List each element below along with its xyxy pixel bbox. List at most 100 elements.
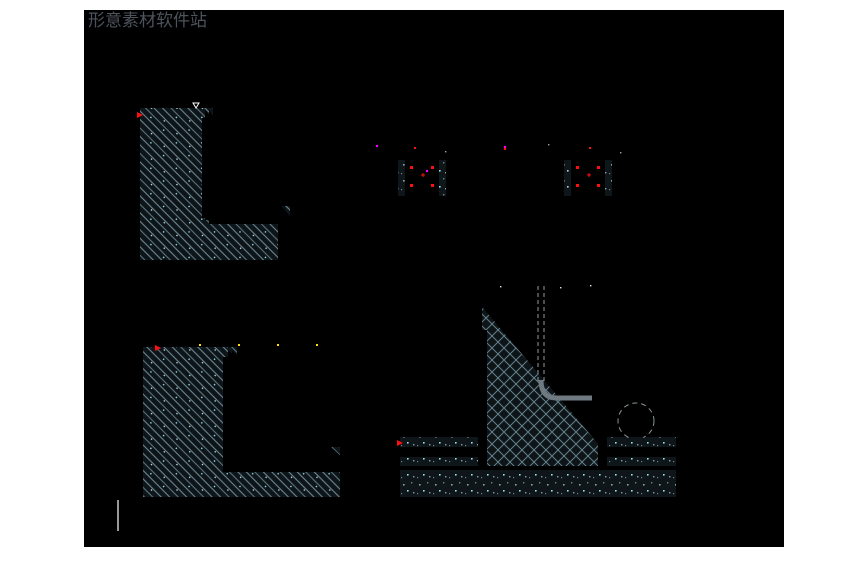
note-title: NOTE :**** [700,70,721,75]
svg-text:RESERVED****: RESERVED**** [700,329,720,332]
svg-text:DESIGN COPYRIGHT: DESIGN COPYRIGHT [700,324,727,327]
svg-text:DRAWN BY: DRAWN BY [700,458,717,462]
consultant-label: Consultant(s)**** [700,136,726,140]
watermark-url: http://lzj725428.taobao.com [88,30,184,40]
svg-text:20厚聚苯板保温层: 20厚聚苯板保温层 [259,140,293,147]
svg-text:500: 500 [534,338,542,343]
svg-text:预埋件详结构: 预埋件详结构 [497,113,527,120]
svg-text:****: **** [700,508,707,512]
svg-text:20厚聚苯板保温层: 20厚聚苯板保温层 [299,378,333,385]
svg-text:15厚水泥砂浆找平层: 15厚水泥砂浆找平层 [299,388,337,395]
svg-text:防水层: 防水层 [391,371,403,376]
svg-text:隔离层: 隔离层 [391,398,403,403]
client-label: Client(s)**** [700,290,719,294]
svg-text:100: 100 [346,147,351,155]
copyright-vertical: Copyright c 2004 729972997297 [105,467,110,534]
svg-text:PROJECT DATE: PROJECT DATE [700,435,721,439]
svg-text:不锈钢螺丝固定: 不锈钢螺丝固定 [204,296,236,303]
svg-text:****: **** [700,440,707,444]
svg-text:预埋件详结构: 预埋件详结构 [300,306,327,313]
svg-text:31.00: 31.00 [146,97,157,102]
svg-text:50: 50 [241,313,246,318]
svg-text:31.00: 31.00 [161,334,172,339]
svg-text:COMMENCEMENT OF WORK.: COMMENCEMENT OF WORK. [701,94,740,97]
svg-text:15厚水泥砂浆找平层: 15厚水泥砂浆找平层 [259,151,297,158]
svg-text:成品压顶盖板: 成品压顶盖板 [403,292,430,299]
svg-text:防水层沿墙上翻500: 防水层沿墙上翻500 [120,316,159,323]
svg-text:31: 31 [225,511,233,519]
svg-text:CHECKED BY: CHECKED BY [700,447,720,451]
drawing-title-label: DRAWING TITLE**** [700,408,734,412]
detail-caption: 大样详图 1:5 [212,260,254,270]
detail-caption: 大样详图 1:5 [494,221,536,231]
svg-text:角钢40×4: 角钢40×4 [302,294,321,301]
svg-text:29: 29 [509,510,517,518]
base-slab [400,470,676,497]
sheet-no-value: ? of ? [746,527,756,532]
svg-text:150: 150 [252,197,260,202]
support-left [398,160,446,196]
watermark-title: 形意素材软件站 [88,11,207,30]
svg-text:CONTRACTOR PRIOR TO: CONTRACTOR PRIOR TO [701,89,733,92]
svg-text:50: 50 [464,338,468,343]
svg-text:200: 200 [639,308,644,316]
svg-text:REPRODUCTION OF THIS DRAWING &: REPRODUCTION OF THIS DRAWING & [700,319,750,322]
date-label: DATE [700,492,708,496]
svg-text:***: *** [700,463,705,467]
svg-text:木龙骨40×60: 木龙骨40×60 [254,296,280,303]
svg-text:CHECKED ON SITE BY THE: CHECKED ON SITE BY THE [701,84,736,87]
approvals-label: APPROVALS B**** [700,353,730,357]
svg-text:150: 150 [377,199,385,204]
svg-text:30: 30 [475,229,483,237]
svg-text:15厚水泥砂浆找平层: 15厚水泥砂浆找平层 [391,389,425,394]
svg-text:***: *** [700,451,705,455]
svg-text:50: 50 [610,338,614,343]
svg-text:20厚聚苯板保温层: 20厚聚苯板保温层 [391,380,422,385]
svg-text:150: 150 [618,199,626,204]
svg-text:防水层上翻至压顶: 防水层上翻至压顶 [403,300,439,307]
svg-text:REPORTED TO THE CO.: REPORTED TO THE CO. [701,104,731,107]
svg-text:500: 500 [639,389,644,397]
svg-text:1. ALL DIMENSIONS SHALL BE: 1. ALL DIMENSIONS SHALL BE [701,79,741,82]
rev-col2-label: DATE ISSUED [764,110,768,130]
svg-text:隔离层: 隔离层 [299,398,312,405]
svg-text:40厚细石混凝土保护层: 40厚细石混凝土保护层 [299,408,341,415]
drawing-title-value: 泛水大样图(四) [711,419,754,428]
cad-sheet: 形意素材软件站 http://lzj725428.taobao.com BEIJ… [84,10,784,547]
svg-text:隔离层: 隔离层 [259,161,272,168]
company-name-vertical: BEIJING SHANSHUILU ARCHITECTURAL DESIGN … [105,90,110,262]
project-name-label: PROJECT NAME*** [700,380,731,384]
drawing-no-value: JD-06 [743,517,760,524]
svg-text:READ FIGURED DIMENSIONS: READ FIGURED DIMENSIONS [701,116,740,119]
svg-text:膨胀螺栓固定: 膨胀螺栓固定 [424,113,454,120]
svg-text:40厚细石混凝土保护层: 40厚细石混凝土保护层 [391,407,429,412]
svg-text:40厚细石混凝土保护层: 40厚细石混凝土保护层 [259,171,301,178]
viewer-background: 形意素材软件站 http://lzj725428.taobao.com BEIJ… [0,0,867,562]
detail-caption: 大样详图 1:5 [244,503,286,513]
svg-text:31.00: 31.00 [655,432,666,437]
svg-text:150: 150 [274,438,282,443]
svg-text:防水层: 防水层 [259,129,272,136]
svg-text:DISCREPANCIES SHALL BE: DISCREPANCIES SHALL BE [701,99,737,102]
support-right [564,160,612,196]
rev-col1-label: REVISIONS [757,114,761,130]
project-no-label: PROJECT no [700,503,718,507]
project-no-value: SSL 06-16 [738,506,764,512]
svg-text:2. DO NOT SCALE DRAWINGS.: 2. DO NOT SCALE DRAWINGS. [701,111,740,114]
svg-text:防水层: 防水层 [299,368,312,375]
project-name-value: 北山07P区 [718,392,748,401]
svg-text:防腐木铺板: 防腐木铺板 [148,296,171,303]
svg-text:28: 28 [193,268,201,276]
svg-text:**: ** [700,496,704,500]
svg-text:900: 900 [498,199,506,204]
label-top-29: 防水层收口 [430,363,451,370]
svg-text:***: *** [700,529,705,533]
title-block: NOTE :**** 1. ALL DIMENSIONS SHALL BE CH… [698,68,769,533]
svg-text:防水层沿墙上翻500: 防水层沿墙上翻500 [175,82,218,89]
svg-text:150: 150 [346,177,351,185]
label-wp-31: 防水层 [258,421,272,428]
svg-text:500: 500 [228,155,233,163]
svg-text:ONLY. U.N.O.: ONLY. U.N.O. [701,121,718,124]
label-wp-28: 防水层 [240,183,254,190]
svg-text:花岗岩压顶板: 花岗岩压顶板 [366,112,396,119]
